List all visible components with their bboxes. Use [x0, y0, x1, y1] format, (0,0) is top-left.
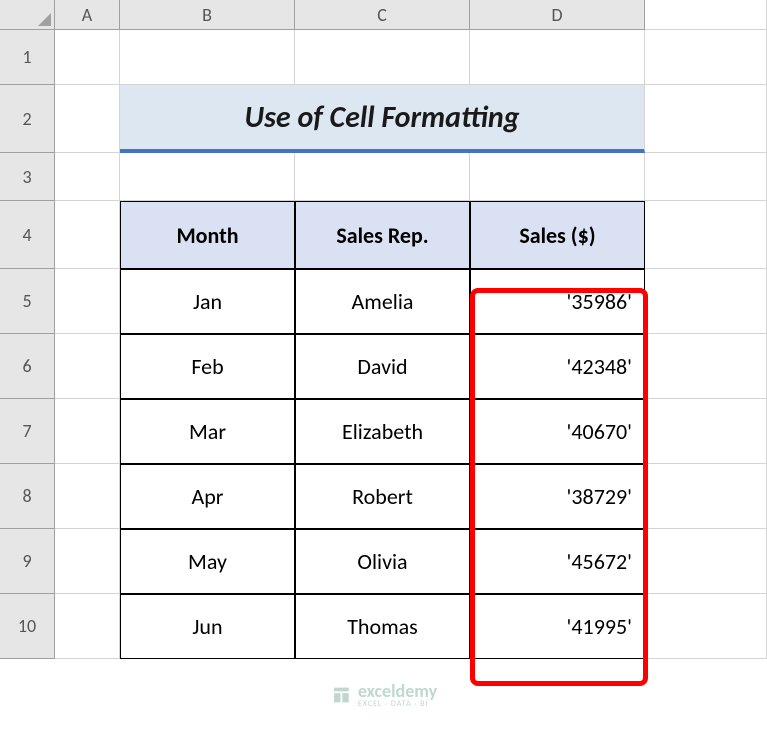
row-header-10[interactable]: 10	[0, 594, 55, 659]
cell-sales[interactable]: '40670'	[470, 399, 645, 464]
empty-cell[interactable]	[645, 464, 767, 529]
row-header-7[interactable]: 7	[0, 399, 55, 464]
col-header-b[interactable]: B	[120, 0, 295, 30]
select-all-corner[interactable]	[0, 0, 55, 30]
empty-cell[interactable]	[645, 30, 767, 85]
cell-month[interactable]: Apr	[120, 464, 295, 529]
cell-rep[interactable]: Olivia	[295, 529, 470, 594]
cell-b1[interactable]	[120, 30, 295, 85]
cell-d1[interactable]	[470, 30, 645, 85]
row-header-1[interactable]: 1	[0, 30, 55, 85]
row-header-3[interactable]: 3	[0, 153, 55, 201]
cell-a9[interactable]	[55, 529, 120, 594]
header-sales[interactable]: Sales ($)	[470, 201, 645, 269]
row-header-6[interactable]: 6	[0, 334, 55, 399]
cell-a4[interactable]	[55, 201, 120, 269]
empty-cell[interactable]	[645, 334, 767, 399]
header-month[interactable]: Month	[120, 201, 295, 269]
cell-month[interactable]: Jun	[120, 594, 295, 659]
cell-a8[interactable]	[55, 464, 120, 529]
title-cell[interactable]: Use of Cell Formatting	[120, 85, 645, 153]
cell-a1[interactable]	[55, 30, 120, 85]
header-rep[interactable]: Sales Rep.	[295, 201, 470, 269]
empty-cell[interactable]	[645, 594, 767, 659]
cell-month[interactable]: May	[120, 529, 295, 594]
cell-month[interactable]: Jan	[120, 269, 295, 334]
cell-a7[interactable]	[55, 399, 120, 464]
cell-rep[interactable]: Elizabeth	[295, 399, 470, 464]
cell-rep[interactable]: Amelia	[295, 269, 470, 334]
spreadsheet-grid: A B C D 1 2 Use of Cell Formatting 3 4 M…	[0, 0, 767, 659]
empty-cell[interactable]	[645, 201, 767, 269]
cell-sales[interactable]: '42348'	[470, 334, 645, 399]
cell-month[interactable]: Mar	[120, 399, 295, 464]
cell-a10[interactable]	[55, 594, 120, 659]
row-header-5[interactable]: 5	[0, 269, 55, 334]
col-header-c[interactable]: C	[295, 0, 470, 30]
empty-cell[interactable]	[645, 269, 767, 334]
cell-sales[interactable]: '45672'	[470, 529, 645, 594]
cell-a6[interactable]	[55, 334, 120, 399]
row-header-2[interactable]: 2	[0, 85, 55, 153]
row-header-9[interactable]: 9	[0, 529, 55, 594]
watermark-main: exceldemy	[358, 682, 437, 700]
row-header-8[interactable]: 8	[0, 464, 55, 529]
cell-rep[interactable]: Thomas	[295, 594, 470, 659]
cell-sales[interactable]: '35986'	[470, 269, 645, 334]
row-header-4[interactable]: 4	[0, 201, 55, 269]
empty-cell[interactable]	[645, 529, 767, 594]
cell-month[interactable]: Feb	[120, 334, 295, 399]
empty-cell[interactable]	[645, 0, 767, 30]
cell-c3[interactable]	[295, 153, 470, 201]
cell-a5[interactable]	[55, 269, 120, 334]
empty-cell[interactable]	[645, 399, 767, 464]
cell-sales[interactable]: '38729'	[470, 464, 645, 529]
empty-cell[interactable]	[645, 85, 767, 153]
col-header-d[interactable]: D	[470, 0, 645, 30]
cell-c1[interactable]	[295, 30, 470, 85]
cell-a2[interactable]	[55, 85, 120, 153]
empty-cell[interactable]	[645, 153, 767, 201]
cell-b3[interactable]	[120, 153, 295, 201]
watermark: exceldemy EXCEL · DATA · BI	[330, 682, 437, 708]
cell-d3[interactable]	[470, 153, 645, 201]
watermark-icon	[330, 684, 352, 706]
col-header-a[interactable]: A	[55, 0, 120, 30]
cell-rep[interactable]: David	[295, 334, 470, 399]
cell-sales[interactable]: '41995'	[470, 594, 645, 659]
cell-a3[interactable]	[55, 153, 120, 201]
cell-rep[interactable]: Robert	[295, 464, 470, 529]
watermark-sub: EXCEL · DATA · BI	[358, 700, 437, 708]
